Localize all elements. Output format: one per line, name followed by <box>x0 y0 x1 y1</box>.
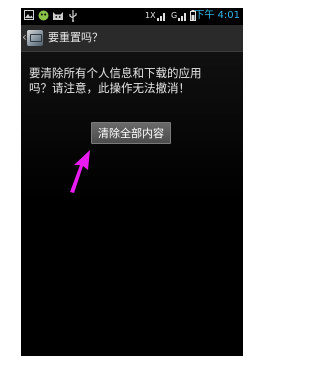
message-line-2: 吗？请注意，此操作无法撤消！ <box>29 81 190 95</box>
message-line-1: 要清除所有个人信息和下载的应用 <box>29 66 202 80</box>
android-icon <box>38 10 49 21</box>
status-bar: 1X G 下午 4:01 <box>21 8 243 25</box>
page-title: 要重置吗？ <box>48 31 103 44</box>
action-bar: ‹ 要重置吗？ <box>21 25 243 52</box>
erase-everything-button[interactable]: 清除全部内容 <box>91 122 171 144</box>
network-type-label: G <box>171 11 178 20</box>
signal-type-label: 1X <box>145 11 156 20</box>
status-clock: 下午 4:01 <box>194 10 240 21</box>
settings-app-icon[interactable] <box>27 30 43 46</box>
reset-warning-message: 要清除所有个人信息和下载的应用 吗？请注意，此操作无法撤消！ <box>29 66 237 96</box>
image-icon <box>24 10 34 20</box>
pointer-arrow-icon <box>70 150 90 193</box>
signal-icon <box>157 13 165 21</box>
cat-icon <box>53 12 63 20</box>
phone-screen: 1X G 下午 4:01 ‹ 要重置吗？ 要清除所有个人信息和下载的应用 吗？请… <box>21 8 243 356</box>
signal-icon <box>178 13 186 21</box>
usb-icon <box>69 10 77 22</box>
